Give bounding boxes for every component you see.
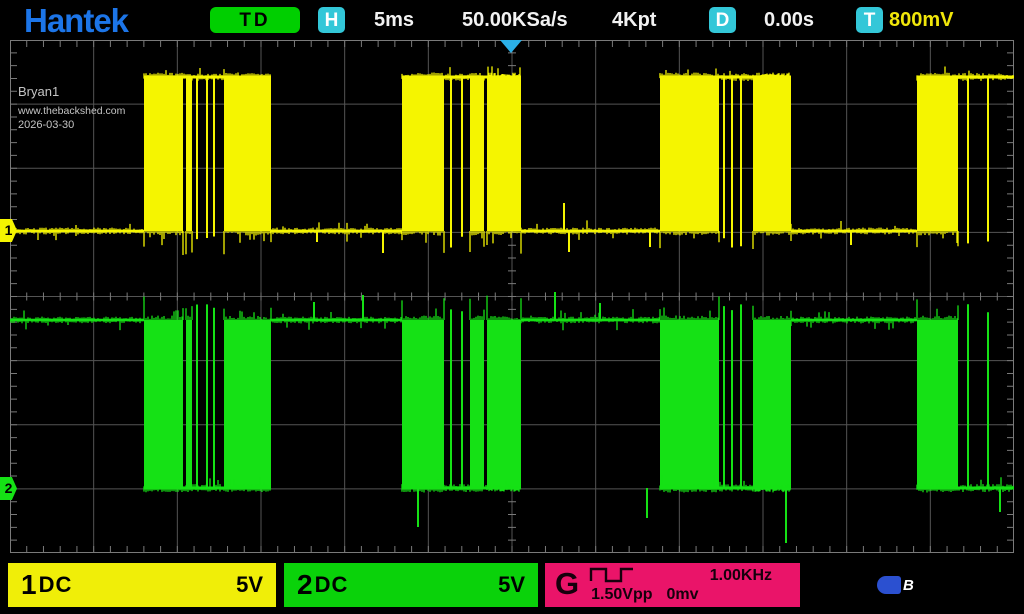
hantek-logo: Hantek	[24, 2, 128, 40]
ch1-volts-per-div: 5V	[236, 572, 263, 598]
horizontal-menu-icon[interactable]: H	[318, 7, 345, 33]
ch2-coupling: DC	[315, 572, 349, 598]
ch2-settings-box[interactable]: 2 DC 5V	[284, 563, 538, 607]
user-info-overlay: Bryan1 www.thebackshed.com 2026-03-30	[18, 84, 125, 132]
generator-offset: 0mv	[666, 585, 698, 604]
overlay-username: Bryan1	[18, 84, 125, 99]
trigger-level-value: 800mV	[889, 9, 954, 32]
top-status-bar: Hantek TD H 5ms 50.00KSa/s 4Kpt D 0.00s …	[0, 0, 1024, 40]
overlay-date: 2026-03-30	[18, 119, 125, 132]
ch1-settings-box[interactable]: 1 DC 5V	[8, 563, 276, 607]
usb-drive-icon	[877, 576, 901, 594]
scope-graticule	[10, 40, 1014, 553]
timebase-value: 5ms	[374, 9, 414, 32]
oscilloscope-screen: { "header": { "logo": "Hantek", "trigger…	[0, 0, 1024, 614]
generator-readout: 1.00KHz 1.50Vpp 0mv	[589, 566, 790, 604]
trigger-status-badge: TD	[210, 7, 300, 33]
memory-depth-value: 4Kpt	[612, 9, 656, 32]
ch1-trace-fill	[10, 76, 1014, 233]
delay-menu-icon[interactable]: D	[709, 7, 736, 33]
generator-amplitude: 1.50Vpp	[591, 585, 652, 604]
generator-frequency: 1.00KHz	[710, 566, 772, 585]
overlay-website: www.thebackshed.com	[18, 105, 125, 117]
trigger-menu-icon[interactable]: T	[856, 7, 883, 33]
square-wave-icon	[589, 566, 635, 583]
usb-device-letter: B	[903, 577, 914, 594]
ch2-volts-per-div: 5V	[498, 572, 525, 598]
ch2-trace-pulses	[197, 292, 1000, 543]
ch1-coupling: DC	[39, 572, 73, 598]
horizontal-offset-value: 0.00s	[764, 9, 814, 32]
ch1-number: 1	[21, 569, 37, 601]
ch2-trace-fill	[10, 319, 1014, 490]
ch1-trace-pulses	[197, 77, 988, 253]
sample-rate-value: 50.00KSa/s	[462, 9, 568, 32]
usb-device-indicator: B	[877, 576, 914, 594]
generator-label: G	[555, 566, 579, 602]
ch2-number: 2	[297, 569, 313, 601]
trigger-position-marker-icon[interactable]	[500, 40, 522, 53]
generator-settings-box[interactable]: G 1.00KHz 1.50Vpp 0mv	[545, 563, 800, 607]
waveform-display-area: Bryan1 www.thebackshed.com 2026-03-30	[10, 40, 1014, 553]
